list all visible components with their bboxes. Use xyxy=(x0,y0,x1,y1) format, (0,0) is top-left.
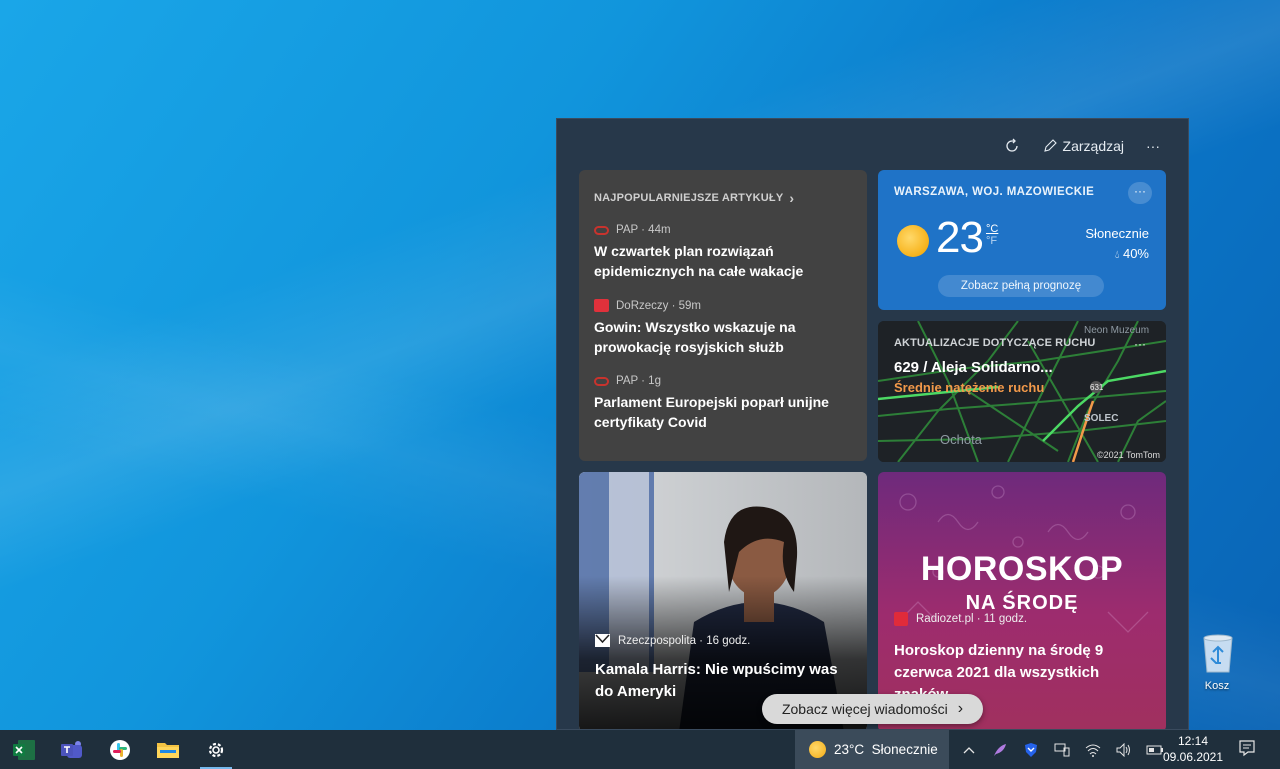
teams-icon xyxy=(61,740,82,758)
volume-icon[interactable] xyxy=(1108,730,1139,769)
article-item[interactable]: PAP · 44m W czwartek plan rozwiązań epid… xyxy=(594,224,852,281)
manage-label: Zarządzaj xyxy=(1062,138,1124,154)
article-title[interactable]: Parlament Europejski poparł unijne certy… xyxy=(594,392,852,432)
sun-icon xyxy=(897,225,929,257)
panel-header: Zarządzaj ··· xyxy=(1003,119,1188,173)
chevron-right-icon: › xyxy=(789,190,795,206)
weather-more-button[interactable]: ··· xyxy=(1128,182,1152,204)
gear-icon xyxy=(208,742,224,757)
manage-button[interactable]: Zarządzaj xyxy=(1043,138,1124,154)
refresh-icon xyxy=(1005,138,1018,152)
horoscope-big-title: HOROSKOP xyxy=(920,550,1124,588)
article-source-text: DoRzeczy · 59m xyxy=(616,299,701,312)
recycle-bin-label: Kosz xyxy=(1204,680,1230,692)
see-more-label: Zobacz więcej wiadomości xyxy=(781,701,948,717)
pencil-icon xyxy=(1043,139,1057,152)
dorzeczy-logo-icon xyxy=(594,299,609,312)
weather-condition: Słonecznie xyxy=(1085,226,1149,241)
article-source-text: PAP · 44m xyxy=(616,224,671,236)
traffic-road: 629 / Aleja Solidarno... xyxy=(894,359,1053,376)
raindrop-icon: 💧︎ xyxy=(1114,249,1120,261)
recycle-bin[interactable]: Kosz xyxy=(1190,632,1244,692)
taskbar-settings[interactable] xyxy=(192,730,240,769)
traffic-more-button[interactable]: ··· xyxy=(1128,335,1152,357)
card-source-text: Rzeczpospolita · 16 godz. xyxy=(618,634,751,647)
wifi-icon[interactable] xyxy=(1077,730,1108,769)
precipitation: 💧︎ 40% xyxy=(1085,244,1149,265)
map-place-label: SOLEC xyxy=(1084,413,1119,424)
traffic-title: AKTUALIZACJE DOTYCZĄCE RUCHU xyxy=(894,337,1096,349)
article-source: PAP · 1g xyxy=(594,375,852,387)
vpn-shield-icon[interactable] xyxy=(1015,730,1046,769)
sun-icon xyxy=(809,741,826,758)
article-source-text: PAP · 1g xyxy=(616,375,661,387)
article-title[interactable]: W czwartek plan rozwiązań epidemicznych … xyxy=(594,241,852,281)
more-options-button[interactable]: ··· xyxy=(1146,138,1160,154)
card-source: Rzeczpospolita · 16 godz. xyxy=(595,634,851,647)
top-articles-heading[interactable]: NAJPOPULARNIEJSZE ARTYKUŁY › xyxy=(594,190,852,206)
clock-time: 12:14 xyxy=(1177,734,1209,748)
radiozet-logo-icon xyxy=(894,612,908,626)
devices-icon[interactable] xyxy=(1046,730,1077,769)
article-source: PAP · 44m xyxy=(594,224,852,236)
map-copyright: ©2021 TomTom xyxy=(1097,450,1160,460)
weather-card[interactable]: WARSZAWA, WOJ. MAZOWIECKIE ··· 23 °C °F … xyxy=(878,170,1166,310)
weather-location: WARSZAWA, WOJ. MAZOWIECKIE xyxy=(894,186,1095,198)
card-source: Radiozet.pl · 11 godz. xyxy=(894,612,1150,626)
traffic-card[interactable]: Neon Muzeum AKTUALIZACJE DOTYCZĄCE RUCHU… xyxy=(878,321,1166,462)
top-articles-title: NAJPOPULARNIEJSZE ARTYKUŁY xyxy=(594,192,784,204)
taskbar-clock[interactable]: 12:14 09.06.2021 xyxy=(1160,733,1226,765)
article-item[interactable]: PAP · 1g Parlament Europejski poparł uni… xyxy=(594,375,852,432)
recycle-bin-icon xyxy=(1200,632,1234,674)
slack-icon xyxy=(110,739,130,760)
fahrenheit-unit[interactable]: °F xyxy=(986,235,998,247)
feather-icon[interactable] xyxy=(984,730,1015,769)
taskbar-weather-text: 23°C Słonecznie xyxy=(834,742,938,757)
refresh-button[interactable] xyxy=(1003,137,1021,155)
taskbar-weather-button[interactable]: 23°C Słonecznie xyxy=(795,730,949,769)
celsius-unit[interactable]: °C xyxy=(986,223,998,235)
news-card-text: Rzeczpospolita · 16 godz. Kamala Harris:… xyxy=(595,634,851,703)
news-card-harris[interactable]: Rzeczpospolita · 16 godz. Kamala Harris:… xyxy=(579,472,867,729)
full-forecast-button[interactable]: Zobacz pełną prognozę xyxy=(938,275,1104,297)
system-tray xyxy=(953,730,1170,769)
news-interests-panel: Zarządzaj ··· NAJPOPULARNIEJSZE ARTYKUŁY… xyxy=(556,118,1189,730)
chevron-up-icon[interactable] xyxy=(953,730,984,769)
temperature-units[interactable]: °C °F xyxy=(986,223,998,247)
card-source-text: Radiozet.pl · 11 godz. xyxy=(916,613,1028,625)
taskbar: 23°C Słonecznie 12:14 09.06.2021 xyxy=(0,730,1280,769)
pap-logo-icon xyxy=(594,376,609,386)
article-source: DoRzeczy · 59m xyxy=(594,299,852,312)
weather-condition-block: Słonecznie 💧︎ 40% xyxy=(1085,224,1149,265)
rzeczpospolita-logo-icon xyxy=(595,634,610,647)
precipitation-value: 40% xyxy=(1122,246,1149,261)
news-card-text: Radiozet.pl · 11 godz. Horoskop dzienny … xyxy=(894,612,1150,706)
map-road-number: 631 xyxy=(1090,383,1104,392)
traffic-content: AKTUALIZACJE DOTYCZĄCE RUCHU 629 / Aleja… xyxy=(894,337,1150,395)
article-title[interactable]: Gowin: Wszystko wskazuje na prowokację r… xyxy=(594,317,852,357)
article-item[interactable]: DoRzeczy · 59m Gowin: Wszystko wskazuje … xyxy=(594,299,852,357)
pap-logo-icon xyxy=(594,225,609,235)
traffic-status: Średnie natężenie ruchu xyxy=(894,380,1045,395)
clock-date: 09.06.2021 xyxy=(1162,750,1224,764)
top-articles-card: NAJPOPULARNIEJSZE ARTYKUŁY › PAP · 44m W… xyxy=(579,170,867,461)
action-center-icon[interactable] xyxy=(1238,739,1256,762)
news-card-horoscope[interactable]: HOROSKOP NA ŚRODĘ Radiozet.pl · 11 godz.… xyxy=(878,472,1166,729)
see-more-news-button[interactable]: Zobacz więcej wiadomości › xyxy=(762,694,983,724)
excel-icon xyxy=(13,739,35,760)
folder-icon xyxy=(157,742,179,758)
taskbar-file-explorer[interactable] xyxy=(144,730,192,769)
taskbar-teams[interactable] xyxy=(48,730,96,769)
chevron-right-icon: › xyxy=(957,700,964,717)
taskbar-excel[interactable] xyxy=(0,730,48,769)
map-place-label: Ochota xyxy=(940,432,982,447)
taskbar-slack[interactable] xyxy=(96,730,144,769)
weather-temperature: 23 xyxy=(936,213,984,262)
